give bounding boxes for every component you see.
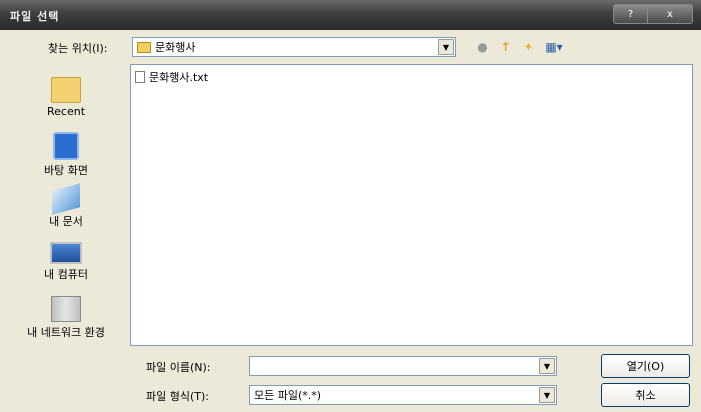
file-type-value: 모든 파일(*.*): [254, 389, 322, 402]
look-in-value: 문화행사: [155, 41, 196, 54]
place-label-recent: Recent: [46, 105, 86, 118]
my-documents-icon: [52, 183, 80, 215]
place-network[interactable]: 내 네트워크 환경: [6, 296, 126, 340]
cancel-button[interactable]: 취소: [601, 383, 690, 407]
chevron-down-icon[interactable]: ▼: [438, 39, 454, 55]
chevron-down-icon[interactable]: ▼: [539, 387, 555, 403]
place-label-my-documents: 내 문서: [49, 215, 83, 228]
help-button[interactable]: ?: [613, 4, 647, 24]
file-open-dialog: 파일 선택 ? x 찾는 위치(I): 문화행사 ▼ ● ↑ ✦ ▦▾ Rece…: [0, 0, 701, 412]
file-name-label: 파일 이름(N):: [146, 361, 211, 374]
place-label-my-computer: 내 컴퓨터: [44, 268, 88, 281]
place-recent[interactable]: Recent: [6, 77, 126, 118]
chevron-down-icon[interactable]: ▼: [539, 358, 555, 374]
toolbar: ● ↑ ✦ ▦▾: [474, 38, 565, 55]
folder-icon: [137, 41, 151, 53]
place-desktop[interactable]: 바탕 화면: [6, 132, 126, 178]
open-button[interactable]: 열기(O): [601, 354, 690, 378]
place-my-computer[interactable]: 내 컴퓨터: [6, 242, 126, 282]
title-buttons: ? x: [613, 4, 693, 24]
recent-folder-icon: [51, 77, 81, 103]
desktop-icon: [53, 132, 79, 160]
place-label-desktop: 바탕 화면: [44, 164, 88, 177]
file-name-field[interactable]: ▼: [249, 356, 557, 376]
close-button[interactable]: x: [647, 4, 693, 24]
back-arrow-icon[interactable]: ●: [474, 38, 491, 55]
file-type-label: 파일 형식(T):: [146, 390, 209, 403]
dialog-title: 파일 선택: [10, 10, 60, 23]
up-folder-icon[interactable]: ↑: [497, 38, 514, 55]
file-type-select[interactable]: 모든 파일(*.*) ▼: [249, 385, 557, 405]
places-bar: Recent 바탕 화면 내 문서 내 컴퓨터 내 네트워크 환경: [6, 65, 126, 348]
look-in-label: 찾는 위치(I):: [48, 42, 108, 55]
views-menu-icon[interactable]: ▦▾: [543, 38, 565, 55]
look-in-dropdown[interactable]: 문화행사 ▼: [132, 37, 456, 57]
list-item[interactable]: 문화행사.txt: [135, 69, 208, 85]
text-file-icon: [135, 71, 145, 83]
new-folder-icon[interactable]: ✦: [520, 38, 537, 55]
my-computer-icon: [50, 242, 82, 264]
file-name: 문화행사.txt: [149, 71, 209, 84]
network-places-icon: [51, 296, 81, 322]
file-list[interactable]: 문화행사.txt: [130, 64, 693, 346]
title-bar: 파일 선택 ? x: [0, 0, 701, 30]
place-my-documents[interactable]: 내 문서: [6, 183, 126, 229]
place-label-network: 내 네트워크 환경: [27, 326, 105, 339]
